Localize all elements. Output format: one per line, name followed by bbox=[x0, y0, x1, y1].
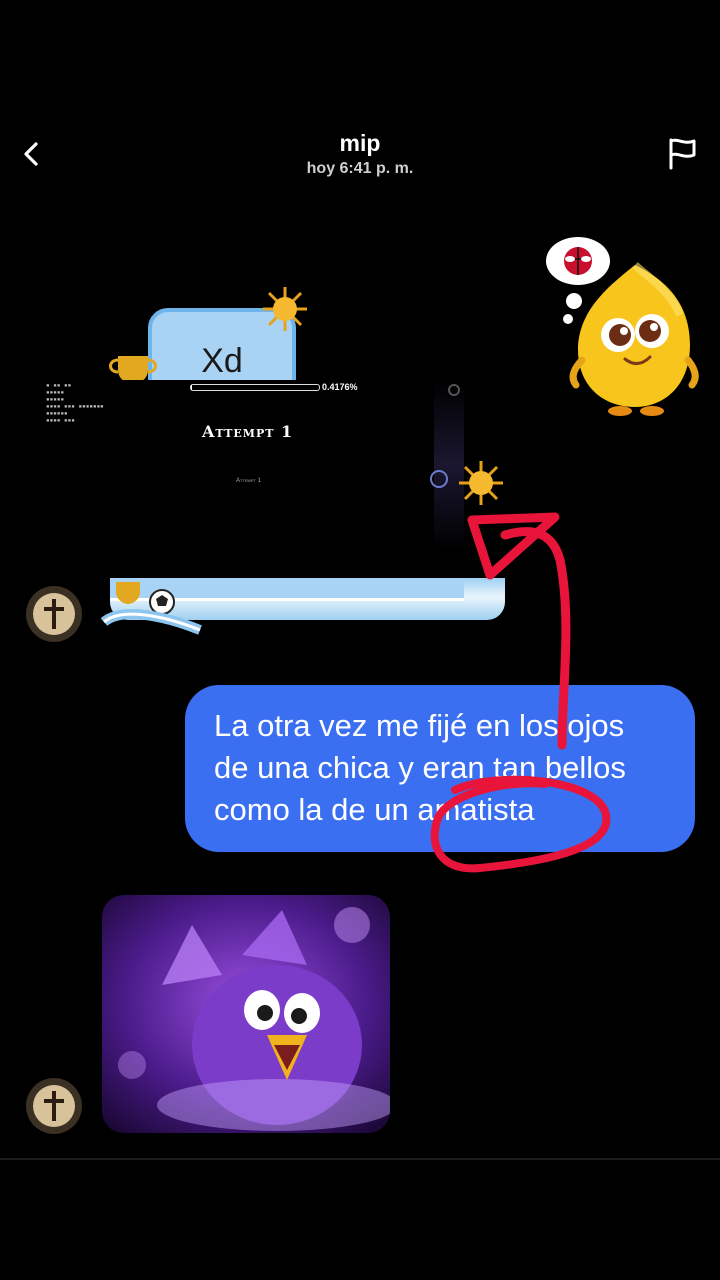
sticker-message[interactable] bbox=[540, 235, 710, 420]
progress-bar bbox=[190, 384, 320, 391]
sent-message-bubble[interactable]: La otra vez me fijé en los ojos de una c… bbox=[185, 685, 695, 852]
divider bbox=[0, 1158, 720, 1160]
contact-avatar[interactable] bbox=[25, 585, 83, 643]
conversation-timestamp: hoy 6:41 p. m. bbox=[306, 160, 414, 177]
chat-screen: mip hoy 6:41 p. m. Xd ▪ ▪▪ ▪▪ ▪▪▪▪▪ ▪▪▪▪… bbox=[0, 0, 720, 1280]
mascot-sticker-icon bbox=[546, 237, 699, 416]
player-orb-icon bbox=[430, 470, 448, 488]
pause-icon[interactable] bbox=[448, 384, 460, 396]
amethyst-bird-image bbox=[102, 895, 390, 1133]
game-overlay: ▪ ▪▪ ▪▪ ▪▪▪▪▪ ▪▪▪▪▪ ▪▪▪▪ ▪▪▪ ▪▪▪▪▪▪▪ ▪▪▪… bbox=[42, 380, 464, 580]
progress-bar-fill bbox=[191, 385, 192, 390]
conversation-title: mip bbox=[339, 130, 381, 156]
sun-of-may-icon bbox=[263, 287, 307, 331]
message-text: Xd bbox=[201, 342, 243, 380]
contact-avatar[interactable] bbox=[25, 1077, 83, 1135]
flag-icon bbox=[669, 138, 696, 170]
attempt-label: Attempt 1 bbox=[202, 422, 294, 441]
message-text: La otra vez me fijé en los ojos de una c… bbox=[214, 708, 626, 827]
debug-info: ▪ ▪▪ ▪▪ ▪▪▪▪▪ ▪▪▪▪▪ ▪▪▪▪ ▪▪▪ ▪▪▪▪▪▪▪ ▪▪▪… bbox=[46, 382, 104, 424]
image-message[interactable] bbox=[102, 895, 390, 1133]
report-button[interactable] bbox=[666, 136, 700, 172]
sun-of-may-icon bbox=[459, 461, 503, 505]
chat-header: mip hoy 6:41 p. m. bbox=[0, 120, 720, 190]
attempt-sub-label: Attempt 1 bbox=[236, 478, 262, 484]
trophy-ball-decoration-icon bbox=[100, 582, 202, 635]
progress-percent: 0.4176% bbox=[322, 382, 358, 392]
